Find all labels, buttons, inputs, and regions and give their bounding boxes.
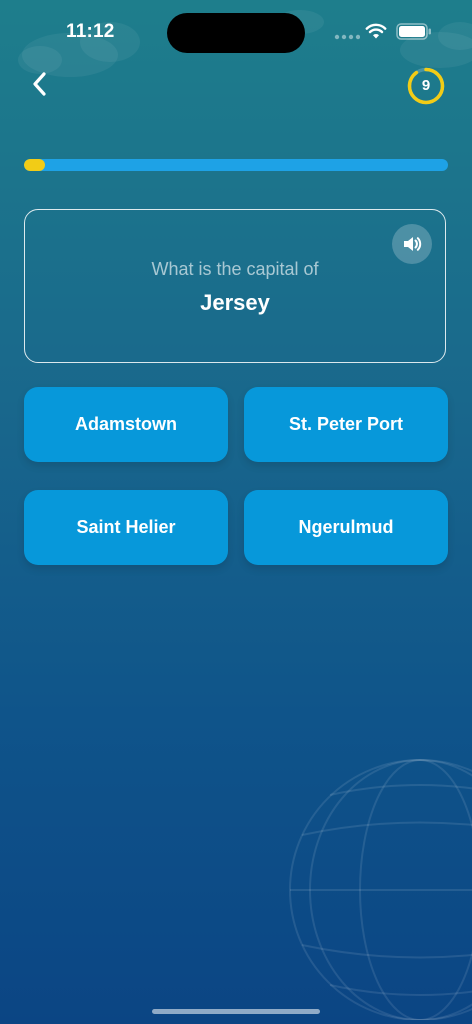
chevron-left-icon (33, 72, 46, 96)
answer-option-button[interactable]: Adamstown (24, 387, 228, 462)
timer-value: 9 (421, 77, 431, 94)
answer-option-button[interactable]: Saint Helier (24, 490, 228, 565)
quiz-progress-fill (24, 159, 46, 171)
quiz-progress-bar (24, 159, 448, 171)
wifi-icon (365, 23, 387, 39)
status-bar: 11:12 (0, 0, 472, 64)
question-card: What is the capital of Jersey (24, 209, 446, 363)
globe-decoration (289, 759, 472, 1020)
signal-dots-icon (334, 34, 360, 40)
battery-icon (396, 23, 431, 40)
answer-option-button[interactable]: St. Peter Port (244, 387, 448, 462)
speaker-icon (404, 237, 422, 251)
answer-option-button[interactable]: Ngerulmud (244, 490, 448, 565)
countdown-timer: 9 (406, 66, 446, 106)
dynamic-island (167, 13, 305, 53)
play-sound-button[interactable] (392, 224, 432, 264)
question-prompt: What is the capital of (151, 259, 319, 279)
question-subject: Jersey (200, 290, 270, 315)
back-button[interactable] (22, 66, 58, 102)
status-time: 11:12 (66, 21, 115, 42)
home-indicator[interactable] (152, 1009, 320, 1014)
